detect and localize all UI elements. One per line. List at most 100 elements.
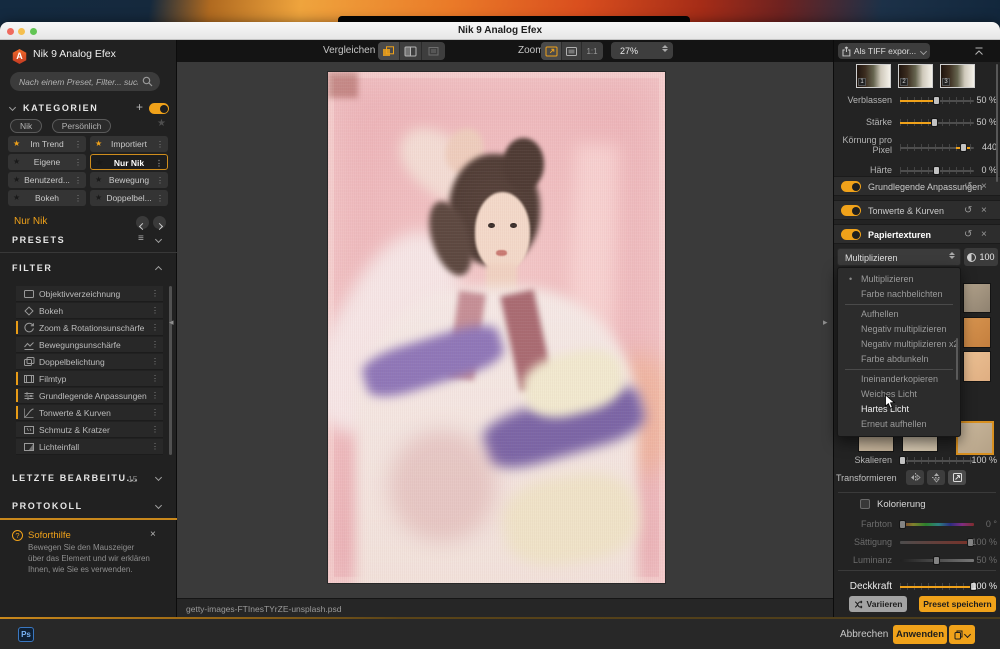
apply-options-button[interactable] [949,625,975,644]
section-tonwerte-kurven[interactable]: Tonwerte & Kurven ↺ × [834,200,1000,220]
more-options-icon[interactable]: ⋮ [74,191,82,207]
zoom-one-to-one-button[interactable]: 1:1 [582,42,602,60]
slider-thumb[interactable] [933,96,940,105]
menu-item-aufhellen[interactable]: Aufhellen [838,307,960,322]
blend-mode-select[interactable]: Multiplizieren [837,248,961,266]
more-options-icon[interactable]: ⋮ [74,137,82,153]
category-nur-nik[interactable]: ★Nur Nik⋮ [90,154,168,170]
vary-button[interactable]: Variieren [849,596,907,612]
section-toggle[interactable] [841,205,861,216]
more-options-icon[interactable]: ⋮ [151,405,159,421]
more-options-icon[interactable]: ⋮ [156,191,164,207]
protocol-row[interactable]: PROTOKOLL [0,500,177,514]
close-icon[interactable]: × [981,205,987,216]
photo-preview[interactable] [328,72,665,583]
compare-overlay-button[interactable] [378,42,400,60]
category-im-trend[interactable]: ★Im Trend⋮ [8,136,86,152]
category-benutzerdefiniert[interactable]: ★Benutzerd...⋮ [8,172,86,188]
menu-scrollbar[interactable] [956,338,958,380]
next-category-button[interactable] [153,216,166,229]
more-options-icon[interactable]: ⋮ [155,156,163,172]
rotate-texture-button[interactable] [948,470,966,485]
reset-icon[interactable]: ↺ [964,229,972,240]
chevron-down-icon[interactable] [155,236,162,243]
compare-history-button[interactable] [422,42,444,60]
close-icon[interactable]: × [981,229,987,240]
section-toggle[interactable] [841,181,861,192]
filter-bokeh[interactable]: Bokeh⋮ [16,303,163,319]
chip-persoenlich[interactable]: Persönlich [52,119,112,133]
flip-vertical-button[interactable] [927,470,945,485]
chevron-up-icon[interactable] [155,266,162,273]
recent-edits-row[interactable]: LETZTE BEARBEITU... 15 [0,472,177,486]
filter-tonwerte-kurven[interactable]: Tonwerte & Kurven⋮ [16,405,163,421]
colorize-checkbox[interactable] [860,499,870,509]
collapse-panel-icon[interactable] [973,45,985,57]
more-options-icon[interactable]: ⋮ [151,337,159,353]
more-options-icon[interactable]: ⋮ [151,303,159,319]
slider-thumb[interactable] [899,520,906,529]
menu-item-erneut-aufhellen[interactable]: Erneut aufhellen [838,417,960,432]
filter-filmtyp[interactable]: Filmtyp⋮ [16,371,163,387]
presets-header-row[interactable]: PRESETS ≡ [0,234,177,248]
texture-opacity-control[interactable]: 100 [964,248,998,266]
menu-item-farbe-abdunkeln[interactable]: Farbe abdunkeln [838,352,960,367]
menu-item-ineinanderkopieren[interactable]: Ineinanderkopieren [838,372,960,387]
category-bokeh[interactable]: ★Bokeh⋮ [8,190,86,206]
more-options-icon[interactable]: ⋮ [156,173,164,189]
paper-texture-thumb[interactable] [963,351,991,382]
filter-grundlegende-anpassungen[interactable]: Grundlegende Anpassungen⋮ [16,388,163,404]
more-options-icon[interactable]: ⋮ [151,354,159,370]
save-preset-button[interactable]: Preset speichern [919,596,996,612]
favorites-star-icon[interactable]: ★ [157,118,166,129]
slider-thumb[interactable] [933,556,940,565]
collapse-right-panel-handle[interactable]: ▸ [823,317,828,328]
filter-lichteinfall[interactable]: Lichteinfall⋮ [16,439,163,455]
more-options-icon[interactable]: ⋮ [151,422,159,438]
paper-texture-thumb[interactable] [963,317,991,348]
reset-icon[interactable]: ↺ [964,205,972,216]
chevron-down-icon[interactable] [155,502,162,509]
close-window-button[interactable] [7,28,14,35]
filter-doppelbelichtung[interactable]: Doppelbelichtung⋮ [16,354,163,370]
filter-list-scrollbar[interactable] [169,286,172,455]
reset-icon[interactable]: ↺ [964,181,972,192]
minimize-window-button[interactable] [18,28,25,35]
more-options-icon[interactable]: ⋮ [151,439,159,455]
slider-thumb[interactable] [899,456,906,465]
zoom-fill-button[interactable] [562,42,582,60]
compare-split-button[interactable] [400,42,422,60]
texture-swatch-3[interactable]: 3 [940,64,975,88]
more-options-icon[interactable]: ⋮ [151,320,159,336]
close-icon[interactable]: × [981,181,987,192]
filter-schmutz-kratzer[interactable]: Schmutz & Kratzer⋮ [16,422,163,438]
collapse-left-panel-handle[interactable]: ◂ [169,317,174,328]
more-options-icon[interactable]: ⋮ [156,137,164,153]
flip-horizontal-button[interactable] [906,470,924,485]
section-toggle[interactable] [841,229,861,240]
more-options-icon[interactable]: ⋮ [74,173,82,189]
cancel-button[interactable]: Abbrechen [840,629,888,640]
more-options-icon[interactable]: ⋮ [151,388,159,404]
more-options-icon[interactable]: ⋮ [151,286,159,302]
paper-texture-thumb-selected[interactable] [956,421,994,455]
maximize-window-button[interactable] [30,28,37,35]
list-view-icon[interactable]: ≡ [138,233,144,244]
filter-zoom-rotation[interactable]: Zoom & Rotationsunschärfe⋮ [16,320,163,336]
more-options-icon[interactable]: ⋮ [74,155,82,171]
apply-button[interactable]: Anwenden [893,625,947,644]
category-bewegung[interactable]: ★Bewegung⋮ [90,172,168,188]
slider-thumb[interactable] [931,118,938,127]
filter-objektivverzeichnung[interactable]: Objektivverzeichnung⋮ [16,286,163,302]
menu-item-farbe-nachbelichten[interactable]: Farbe nachbelichten [838,287,960,302]
section-papiertexturen[interactable]: Papiertexturen ↺ × [834,224,1000,244]
filter-header-row[interactable]: FILTER [0,262,177,276]
paper-texture-thumb[interactable] [963,283,991,313]
menu-item-hartes-licht[interactable]: Hartes Licht [838,402,960,417]
export-button[interactable]: Als TIFF expor... [838,43,930,59]
chevron-down-icon[interactable] [155,474,162,481]
more-options-icon[interactable]: ⋮ [151,371,159,387]
search-input[interactable] [10,72,160,91]
category-eigene[interactable]: ★Eigene⋮ [8,154,86,170]
menu-item-multiplizieren[interactable]: •Multiplizieren [838,272,960,287]
